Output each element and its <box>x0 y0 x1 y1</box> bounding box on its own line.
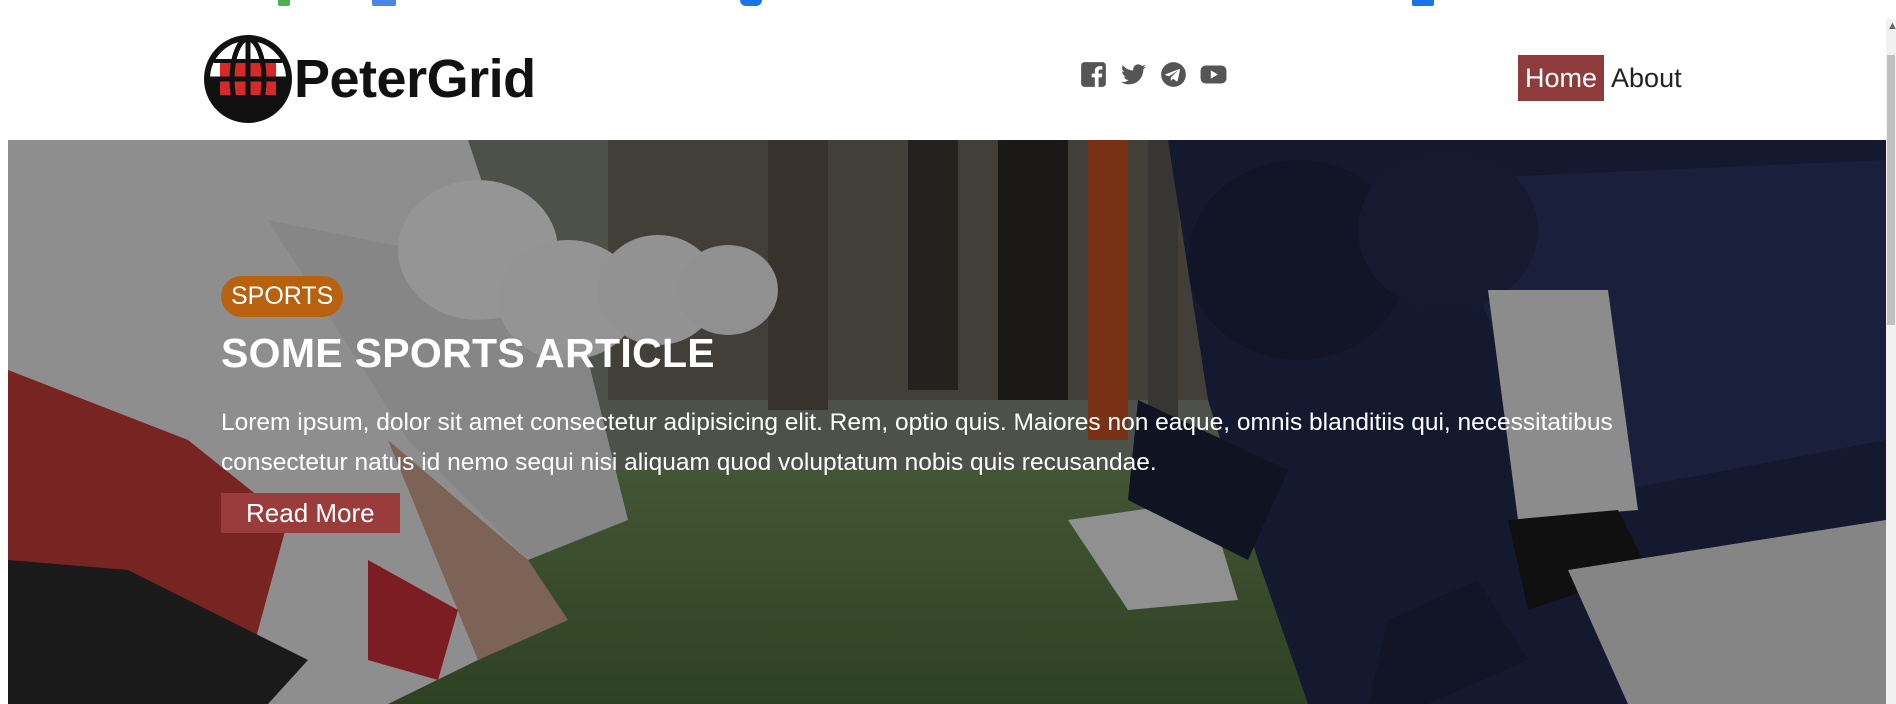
page-scrollbar[interactable]: ▲ <box>1886 19 1896 704</box>
category-badge[interactable]: SPORTS <box>221 276 344 317</box>
nav-menu: Home About <box>1518 55 1689 101</box>
article-description: Lorem ipsum, dolor sit amet consectetur … <box>221 409 1613 476</box>
window-edge <box>0 0 8 704</box>
social-links <box>1080 61 1227 88</box>
globe-logo-icon <box>204 35 292 123</box>
brand-name: PeterGrid <box>294 49 536 109</box>
read-more-button[interactable]: Read More <box>221 493 400 533</box>
twitter-icon[interactable] <box>1120 61 1147 88</box>
scrollbar-thumb[interactable] <box>1887 55 1895 325</box>
article-title: SOME SPORTS ARTICLE <box>221 330 715 376</box>
logo[interactable]: PeterGrid <box>202 33 536 125</box>
youtube-icon[interactable] <box>1200 61 1227 88</box>
hero-content: SPORTS SOME SPORTS ARTICLE Lorem ipsum, … <box>221 276 1621 533</box>
facebook-square-icon[interactable] <box>1080 61 1107 88</box>
browser-bookmark-strip <box>0 0 1896 20</box>
navbar: PeterGrid Home About <box>8 19 1886 140</box>
telegram-icon[interactable] <box>1160 61 1187 88</box>
nav-about-link[interactable]: About <box>1604 55 1689 101</box>
hero-banner: SPORTS SOME SPORTS ARTICLE Lorem ipsum, … <box>8 140 1886 704</box>
scroll-up-arrow-icon[interactable]: ▲ <box>1887 19 1896 33</box>
nav-home-link[interactable]: Home <box>1518 55 1605 101</box>
